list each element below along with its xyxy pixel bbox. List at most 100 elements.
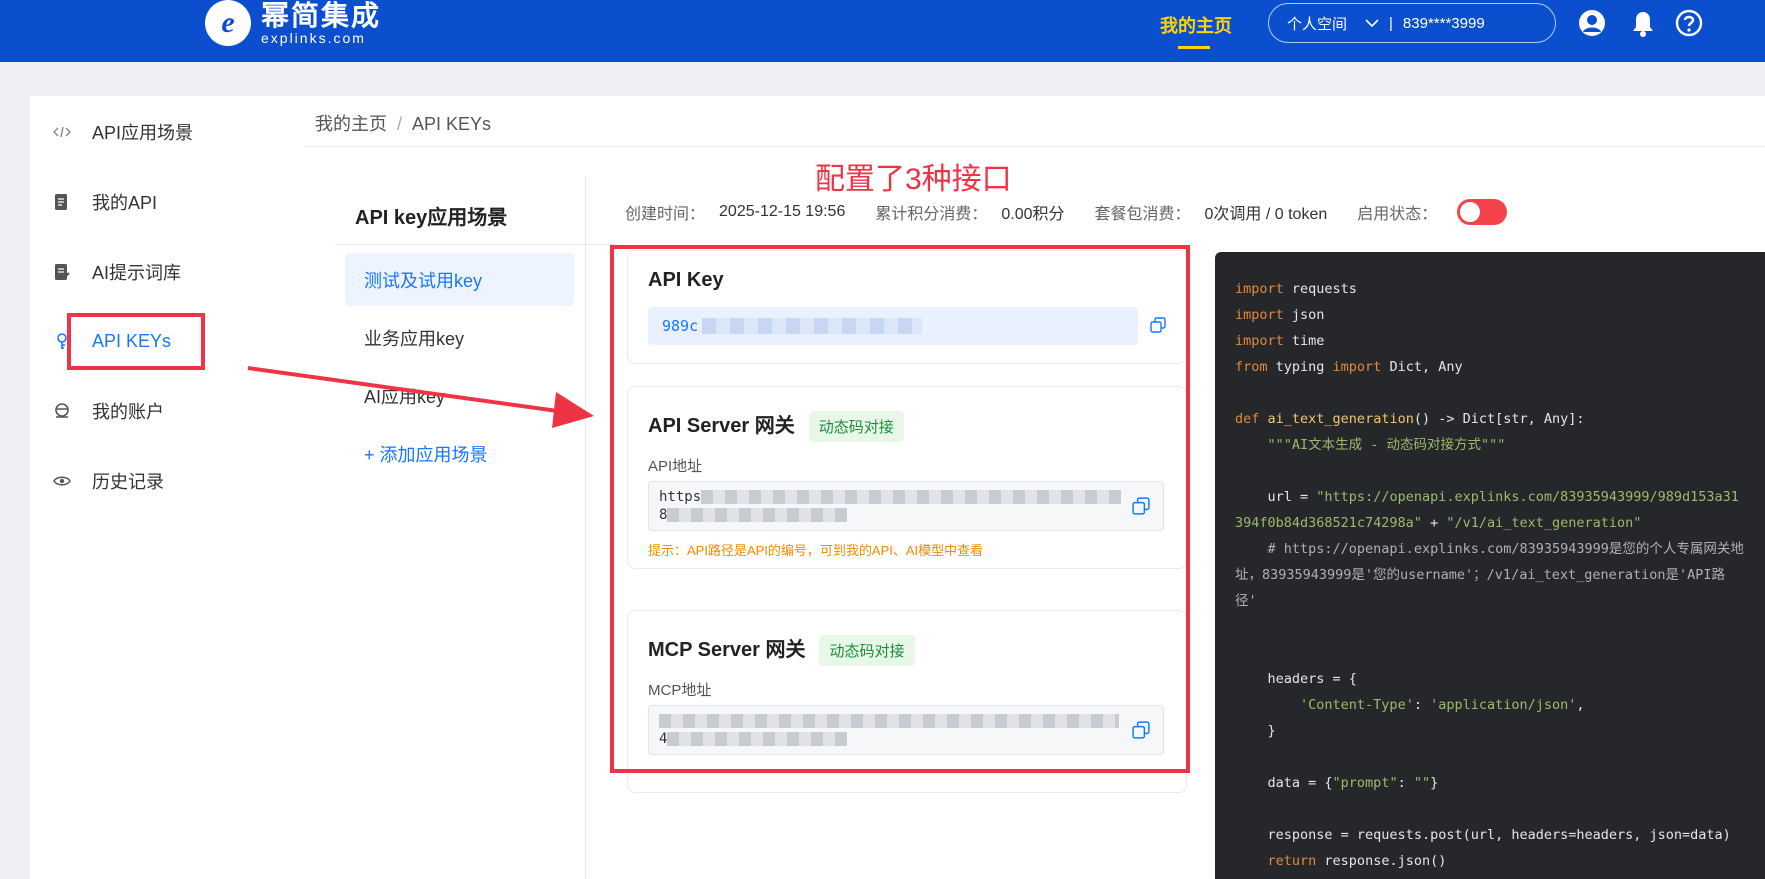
- sidebar-item-label: 历史记录: [92, 472, 164, 492]
- code-token: import: [1332, 359, 1382, 375]
- points-label: 累计积分消费：: [875, 206, 988, 223]
- divider: [305, 146, 1765, 147]
- edit-list-icon: [52, 262, 72, 282]
- key-meta-row: 创建时间： 2025-12-15 19:56 累计积分消费： 0.00积分 套餐…: [625, 199, 1508, 225]
- sidebar-item-label: 我的API: [92, 193, 158, 213]
- account-icon: [52, 401, 72, 421]
- code-token: response.json(): [1316, 853, 1447, 869]
- bell-icon[interactable]: [1628, 8, 1658, 38]
- brand-name: 幂简集成: [261, 0, 382, 31]
- sidebar-item-api-scenes[interactable]: API应用场景: [52, 112, 193, 152]
- subnav-item-business-key[interactable]: 业务应用key: [345, 311, 574, 364]
- code-token: from: [1235, 359, 1268, 375]
- code-icon: [52, 122, 72, 142]
- code-token: import: [1235, 333, 1284, 349]
- subnav-item-ai-key[interactable]: AI应用key: [345, 369, 574, 422]
- breadcrumb-home[interactable]: 我的主页: [315, 114, 387, 134]
- code-line: import requests: [1235, 276, 1745, 302]
- code-token: import: [1235, 281, 1284, 297]
- divider: [335, 244, 615, 245]
- add-scene-button[interactable]: + 添加应用场景: [345, 427, 574, 480]
- code-token: "prompt": [1332, 775, 1398, 791]
- package-value: 0次调用 / 0 token: [1204, 206, 1328, 223]
- code-line: data = {"prompt": ""}: [1235, 770, 1745, 796]
- code-line: import time: [1235, 328, 1745, 354]
- code-token: 'application/json': [1430, 697, 1577, 713]
- sidebar-item-my-api[interactable]: 我的API: [52, 182, 157, 222]
- code-token: :: [1397, 775, 1414, 791]
- divider: |: [1389, 14, 1393, 32]
- sidebar-item-label: 我的账户: [92, 402, 164, 422]
- sidebar-item-history[interactable]: 历史记录: [52, 461, 164, 501]
- user-icon[interactable]: [1577, 8, 1607, 38]
- code-line: # https://openapi.explinks.com/839359439…: [1235, 536, 1745, 614]
- code-token: }: [1430, 775, 1439, 791]
- created-label: 创建时间：: [625, 206, 706, 223]
- logo[interactable]: e 幂简集成 explinks.com: [205, 0, 381, 46]
- subnav-item-test-key[interactable]: 测试及试用key: [345, 253, 574, 306]
- nav-home-link[interactable]: 我的主页: [1160, 12, 1232, 38]
- code-line: import json: [1235, 302, 1745, 328]
- brand-domain: explinks.com: [261, 30, 366, 46]
- code-token: typing: [1267, 359, 1333, 375]
- code-line: 'Content-Type': 'application/json',: [1235, 692, 1745, 718]
- account-id: 839****3999: [1402, 14, 1485, 32]
- code-token: def: [1235, 411, 1260, 427]
- code-line: response = requests.post(url, headers=he…: [1235, 822, 1745, 848]
- code-token: json: [1283, 307, 1325, 323]
- annotation-highlight-box: [610, 245, 1190, 773]
- sidebar-item-ai-prompts[interactable]: AI提示词库: [52, 252, 181, 292]
- help-icon[interactable]: [1674, 8, 1704, 38]
- package-label: 套餐包消费：: [1094, 206, 1191, 223]
- status-toggle[interactable]: [1457, 199, 1508, 225]
- annotation-title: 配置了3种接口: [815, 163, 1012, 196]
- space-selector[interactable]: 个人空间 | 839****3999: [1268, 3, 1556, 43]
- code-token: # https://openapi.explinks.com/839359439…: [1235, 541, 1744, 609]
- code-token: 'Content-Type': [1300, 697, 1414, 713]
- divider: [585, 176, 586, 879]
- top-bar: e 幂简集成 explinks.com 我的主页 个人空间 | 839****3…: [0, 0, 1765, 62]
- code-line: """AI文本生成 - 动态码对接方式""": [1235, 432, 1745, 458]
- code-token: data = {: [1235, 775, 1333, 791]
- code-line: def ai_text_generation() -> Dict[str, An…: [1235, 406, 1745, 432]
- annotation-highlight-box: [67, 313, 205, 370]
- code-token: "": [1413, 775, 1431, 791]
- created-value: 2025-12-15 19:56: [719, 203, 846, 220]
- code-token: ,: [1576, 697, 1585, 713]
- code-token: "/v1/ai_text_generation": [1446, 515, 1642, 531]
- toggle-knob: [1460, 202, 1481, 222]
- code-token: ai_text_generation: [1267, 411, 1414, 427]
- code-token: headers = {: [1235, 671, 1357, 687]
- code-line: from typing import Dict, Any: [1235, 354, 1745, 380]
- code-token: Dict, Any: [1381, 359, 1463, 375]
- code-token: requests: [1283, 281, 1357, 297]
- breadcrumb-separator: /: [397, 114, 403, 134]
- sidebar-item-label: API应用场景: [92, 123, 194, 143]
- code-token: response = requests.post(url, headers=he…: [1235, 827, 1731, 843]
- chevron-down-icon: [1365, 16, 1379, 31]
- subnav-title: API key应用场景: [355, 207, 508, 229]
- code-line: headers = {: [1235, 666, 1745, 692]
- code-line: url = "https://openapi.explinks.com/8393…: [1235, 484, 1745, 536]
- code-token: :: [1413, 697, 1431, 713]
- sidebar-item-my-account[interactable]: 我的账户: [52, 391, 164, 431]
- code-sample-panel[interactable]: import requests import json import time fro…: [1215, 252, 1765, 879]
- breadcrumb: 我的主页 / API KEYs: [315, 110, 491, 136]
- nav-active-underline: [1178, 46, 1210, 49]
- code-token: return: [1267, 853, 1317, 869]
- code-token: +: [1421, 515, 1447, 531]
- document-icon: [52, 192, 72, 212]
- code-line: return response.json(): [1235, 848, 1745, 874]
- points-value: 0.00积分: [1001, 206, 1065, 223]
- code-token: import: [1235, 307, 1284, 323]
- logo-mark: e: [205, 0, 251, 46]
